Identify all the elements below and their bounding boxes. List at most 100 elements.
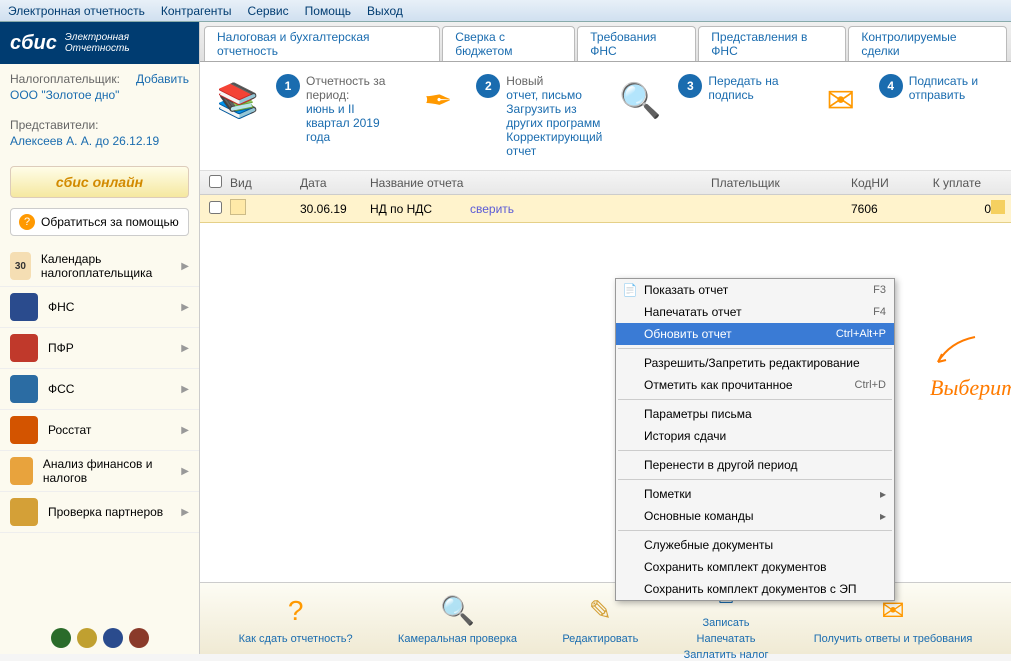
menu-item-4[interactable]: Разрешить/Запретить редактирование: [616, 352, 894, 374]
menu-item-12[interactable]: Пометки▸: [616, 483, 894, 505]
tabs: Налоговая и бухгалтерская отчетностьСвер…: [200, 22, 1011, 62]
menu-item-7[interactable]: Параметры письма: [616, 403, 894, 425]
step-icon: 📚: [208, 74, 268, 128]
logo-subtitle: Электронная Отчетность: [65, 32, 130, 54]
menu-separator: [618, 530, 892, 531]
nav-icon: [10, 457, 33, 485]
menu-item-2[interactable]: Обновить отчетCtrl+Alt+P: [616, 323, 894, 345]
menu-help[interactable]: Помощь: [305, 4, 351, 18]
tab-4[interactable]: Контролируемые сделки: [848, 26, 1007, 61]
step-link[interactable]: июнь и II квартал 2019 года: [306, 102, 400, 144]
submenu-arrow-icon: ▸: [880, 487, 886, 501]
nav-item-2[interactable]: ПФР▶: [0, 328, 199, 369]
chevron-right-icon: ▶: [181, 343, 189, 354]
menu-exit[interactable]: Выход: [367, 4, 403, 18]
step-4: ✉ 4Подписать и отправить: [811, 74, 1003, 158]
grid-row[interactable]: 30.06.19 НД по НДС сверить 7606 0: [200, 195, 1011, 223]
bottom-action-0[interactable]: ? Как сдать отчетность?: [239, 593, 353, 645]
nav-label: Проверка партнеров: [48, 505, 163, 519]
menu-shortcut: Ctrl+D: [855, 379, 886, 391]
menu-item-0[interactable]: 📄Показать отчетF3: [616, 279, 894, 301]
sidebar: сбис Электронная Отчетность Налогоплател…: [0, 22, 200, 654]
menu-item-label: Сохранить комплект документов с ЭП: [644, 582, 856, 596]
tab-1[interactable]: Сверка с бюджетом: [442, 26, 575, 61]
step-number: 3: [678, 74, 702, 98]
nav-item-1[interactable]: ФНС▶: [0, 287, 199, 328]
bottom-action-line[interactable]: Заплатить налог: [684, 649, 769, 661]
tab-0[interactable]: Налоговая и бухгалтерская отчетность: [204, 26, 440, 61]
logo-area: сбис Электронная Отчетность: [0, 22, 199, 64]
step-link[interactable]: Подписать и отправить: [909, 74, 1003, 102]
menu-item-5[interactable]: Отметить как прочитанноеCtrl+D: [616, 374, 894, 396]
sbis-online-button[interactable]: сбис онлайн: [10, 166, 189, 198]
chevron-right-icon: ▶: [181, 261, 189, 272]
nav-item-0[interactable]: 30Календарь налогоплательщика▶: [0, 246, 199, 287]
nav-item-5[interactable]: Анализ финансов и налогов▶: [0, 451, 199, 492]
nav-item-4[interactable]: Росстат▶: [0, 410, 199, 451]
annotation: Выберите: [930, 332, 1011, 401]
nav-item-3[interactable]: ФСС▶: [0, 369, 199, 410]
menu-item-1[interactable]: Напечатать отчетF4: [616, 301, 894, 323]
add-taxpayer-link[interactable]: Добавить: [136, 72, 189, 86]
step-icon: 🔍: [610, 74, 670, 128]
menu-item-label: Параметры письма: [644, 407, 752, 421]
menu-ereport[interactable]: Электронная отчетность: [8, 4, 145, 18]
help-button[interactable]: ? Обратиться за помощью: [10, 208, 189, 236]
bottom-action-label: Камеральная проверка: [398, 633, 517, 645]
step-link[interactable]: Корректирующий отчет: [506, 130, 602, 158]
step-icon: ✉: [811, 74, 871, 128]
step-3: 🔍 3Передать на подпись: [610, 74, 802, 158]
menu-item-16[interactable]: Сохранить комплект документов: [616, 556, 894, 578]
step-link[interactable]: Передать на подпись: [708, 74, 802, 102]
tab-2[interactable]: Требования ФНС: [577, 26, 696, 61]
annotation-text: Выберите: [930, 375, 1011, 401]
select-all-checkbox[interactable]: [209, 175, 222, 188]
menu-item-13[interactable]: Основные команды▸: [616, 505, 894, 527]
menu-shortcut: Ctrl+Alt+P: [836, 328, 886, 340]
step-number: 4: [879, 74, 903, 98]
bottom-action-label: Получить ответы и требования: [814, 633, 973, 645]
menu-separator: [618, 450, 892, 451]
nav-label: ФСС: [48, 382, 74, 396]
step-link[interactable]: отчет, письмо: [506, 88, 602, 102]
bottom-action-icon: ?: [276, 593, 316, 629]
content-area: Налоговая и бухгалтерская отчетностьСвер…: [200, 22, 1011, 654]
menu-item-8[interactable]: История сдачи: [616, 425, 894, 447]
row-name: НД по НДС: [370, 202, 470, 216]
representative-name[interactable]: Алексеев А. А. до 26.12.19: [10, 134, 189, 148]
menu-service[interactable]: Сервис: [248, 4, 289, 18]
col-pay[interactable]: К уплате: [911, 176, 1011, 190]
row-code: 7606: [851, 202, 911, 216]
verify-link[interactable]: сверить: [470, 202, 514, 216]
step-label: Новый: [506, 74, 602, 88]
nav-icon: [10, 375, 38, 403]
menu-contragents[interactable]: Контрагенты: [161, 4, 232, 18]
col-payer[interactable]: Плательщик: [711, 176, 851, 190]
bottom-action-line[interactable]: Напечатать: [697, 633, 756, 645]
menu-item-15[interactable]: Служебные документы: [616, 534, 894, 556]
menu-item-label: Напечатать отчет: [644, 305, 742, 319]
menu-item-10[interactable]: Перенести в другой период: [616, 454, 894, 476]
col-code[interactable]: КодНИ: [851, 176, 911, 190]
step-link[interactable]: Загрузить из других программ: [506, 102, 602, 130]
bottom-action-1[interactable]: 🔍Камеральная проверка: [398, 593, 517, 645]
representatives-block: Представители: Алексеев А. А. до 26.12.1…: [0, 110, 199, 156]
bottom-action-label: Как сдать отчетность?: [239, 633, 353, 645]
bottom-action-label: Редактировать: [562, 633, 638, 645]
nav-item-6[interactable]: Проверка партнеров▶: [0, 492, 199, 533]
row-pay: 0: [911, 202, 991, 216]
bottom-action-line[interactable]: Записать: [703, 617, 750, 629]
col-vid[interactable]: Вид: [230, 176, 300, 190]
nav-icon: [10, 416, 38, 444]
col-name[interactable]: Название отчета: [370, 176, 711, 190]
chevron-right-icon: ▶: [181, 466, 189, 477]
row-checkbox[interactable]: [209, 201, 222, 214]
menu-item-17[interactable]: Сохранить комплект документов с ЭП: [616, 578, 894, 600]
logo-brand: сбис: [10, 32, 57, 55]
col-date[interactable]: Дата: [300, 176, 370, 190]
menu-item-label: Основные команды: [644, 509, 754, 523]
tab-3[interactable]: Представления в ФНС: [698, 26, 846, 61]
nav-list: 30Календарь налогоплательщика▶ФНС▶ПФР▶ФС…: [0, 246, 199, 622]
nav-icon: [10, 334, 38, 362]
taxpayer-name[interactable]: ООО "Золотое дно": [10, 88, 189, 102]
